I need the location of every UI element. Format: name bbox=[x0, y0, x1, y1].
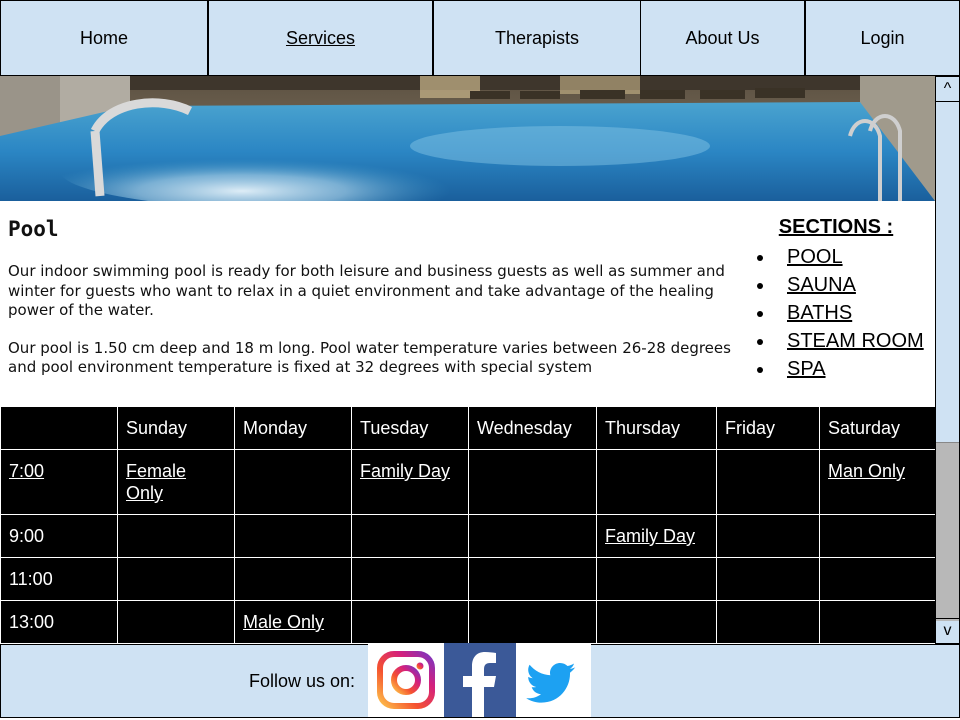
schedule-cell bbox=[117, 514, 235, 558]
section-item: POOL bbox=[752, 245, 934, 273]
description-paragraph: Our pool is 1.50 cm deep and 18 m long. … bbox=[8, 338, 731, 377]
pool-description: Pool Our indoor swimming pool is ready f… bbox=[8, 216, 748, 396]
time-cell: 13:00 bbox=[0, 600, 118, 644]
schedule-header-row: Sunday Monday Tuesday Wednesday Thursday… bbox=[0, 406, 935, 450]
section-link-steam-room[interactable]: STEAM ROOM bbox=[787, 330, 924, 352]
section-item: STEAM ROOM bbox=[752, 329, 934, 357]
section-link-spa[interactable]: SPA bbox=[787, 358, 826, 380]
schedule-cell: Family Day bbox=[351, 449, 469, 515]
schedule-cell bbox=[351, 600, 469, 644]
session-link[interactable]: Man Only bbox=[828, 461, 905, 481]
vertical-scrollbar[interactable]: ^ v bbox=[935, 76, 960, 644]
nav-about-us[interactable]: About Us bbox=[640, 0, 805, 76]
header-cell-day: Saturday bbox=[819, 406, 935, 450]
time-cell: 9:00 bbox=[0, 514, 118, 558]
session-link[interactable]: Male Only bbox=[243, 612, 324, 632]
schedule-cell bbox=[596, 449, 717, 515]
schedule-cell bbox=[819, 600, 935, 644]
section-item: SPA bbox=[752, 357, 934, 385]
table-row: 7:00 Female Only Family Day Man Only bbox=[0, 449, 935, 515]
section-item: BATHS bbox=[752, 301, 934, 329]
session-link[interactable]: Family Day bbox=[605, 526, 695, 546]
twitter-icon[interactable] bbox=[516, 643, 591, 717]
schedule-cell bbox=[716, 557, 820, 601]
schedule-cell bbox=[468, 449, 597, 515]
schedule-cell bbox=[819, 514, 935, 558]
scroll-thumb[interactable] bbox=[936, 442, 959, 621]
nav-services[interactable]: Services bbox=[208, 0, 433, 76]
section-item: SAUNA bbox=[752, 273, 934, 301]
schedule-cell bbox=[819, 557, 935, 601]
schedule-cell bbox=[596, 557, 717, 601]
header-cell-empty bbox=[0, 406, 118, 450]
header-cell-day: Wednesday bbox=[468, 406, 597, 450]
schedule-cell: Family Day bbox=[596, 514, 717, 558]
page-title: Pool bbox=[8, 217, 59, 241]
schedule-cell: Male Only bbox=[234, 600, 352, 644]
schedule-cell bbox=[596, 600, 717, 644]
session-link[interactable]: Female Only bbox=[126, 461, 186, 503]
table-row: 11:00 bbox=[0, 557, 935, 601]
scroll-up-button[interactable]: ^ bbox=[936, 77, 959, 102]
schedule-cell: Female Only bbox=[117, 449, 235, 515]
follow-us-label: Follow us on: bbox=[249, 671, 356, 691]
schedule-cell bbox=[468, 557, 597, 601]
footer: Follow us on: bbox=[0, 643, 960, 718]
sections-list: SECTIONS : POOL SAUNA BATHS STEAM ROOM S… bbox=[752, 216, 934, 385]
session-link[interactable]: Family Day bbox=[360, 461, 450, 481]
description-paragraph: Our indoor swimming pool is ready for bo… bbox=[8, 262, 725, 319]
header-cell-day: Thursday bbox=[596, 406, 717, 450]
header-cell-day: Monday bbox=[234, 406, 352, 450]
nav-login[interactable]: Login bbox=[805, 0, 960, 76]
schedule-cell bbox=[234, 557, 352, 601]
schedule-cell bbox=[234, 449, 352, 515]
schedule-cell bbox=[351, 514, 469, 558]
scroll-down-button[interactable]: v bbox=[936, 618, 959, 643]
header-cell-day: Tuesday bbox=[351, 406, 469, 450]
table-row: 13:00 Male Only bbox=[0, 600, 935, 644]
instagram-icon[interactable] bbox=[368, 643, 444, 717]
nav-home[interactable]: Home bbox=[0, 0, 208, 76]
schedule-table: Sunday Monday Tuesday Wednesday Thursday… bbox=[0, 406, 935, 644]
schedule-cell bbox=[117, 600, 235, 644]
schedule-cell bbox=[716, 514, 820, 558]
time-cell: 7:00 bbox=[0, 449, 118, 515]
schedule-cell bbox=[468, 514, 597, 558]
schedule-cell bbox=[716, 449, 820, 515]
section-link-pool[interactable]: POOL bbox=[787, 246, 843, 268]
time-link[interactable]: 7:00 bbox=[9, 461, 44, 481]
pool-hero-image bbox=[0, 76, 935, 201]
section-link-baths[interactable]: BATHS bbox=[787, 302, 852, 324]
top-nav: Home Services Therapists About Us Login bbox=[0, 0, 960, 76]
header-cell-day: Sunday bbox=[117, 406, 235, 450]
sections-title: SECTIONS : bbox=[778, 216, 894, 238]
schedule-cell: Man Only bbox=[819, 449, 935, 515]
table-row: 9:00 Family Day bbox=[0, 514, 935, 558]
schedule-cell bbox=[716, 600, 820, 644]
section-link-sauna[interactable]: SAUNA bbox=[787, 274, 856, 296]
schedule-cell bbox=[351, 557, 469, 601]
nav-therapists[interactable]: Therapists bbox=[433, 0, 640, 76]
main-content: Pool Our indoor swimming pool is ready f… bbox=[0, 76, 935, 644]
schedule-cell bbox=[234, 514, 352, 558]
schedule-cell bbox=[468, 600, 597, 644]
schedule-cell bbox=[117, 557, 235, 601]
facebook-icon[interactable] bbox=[444, 643, 516, 717]
header-cell-day: Friday bbox=[716, 406, 820, 450]
time-cell: 11:00 bbox=[0, 557, 118, 601]
